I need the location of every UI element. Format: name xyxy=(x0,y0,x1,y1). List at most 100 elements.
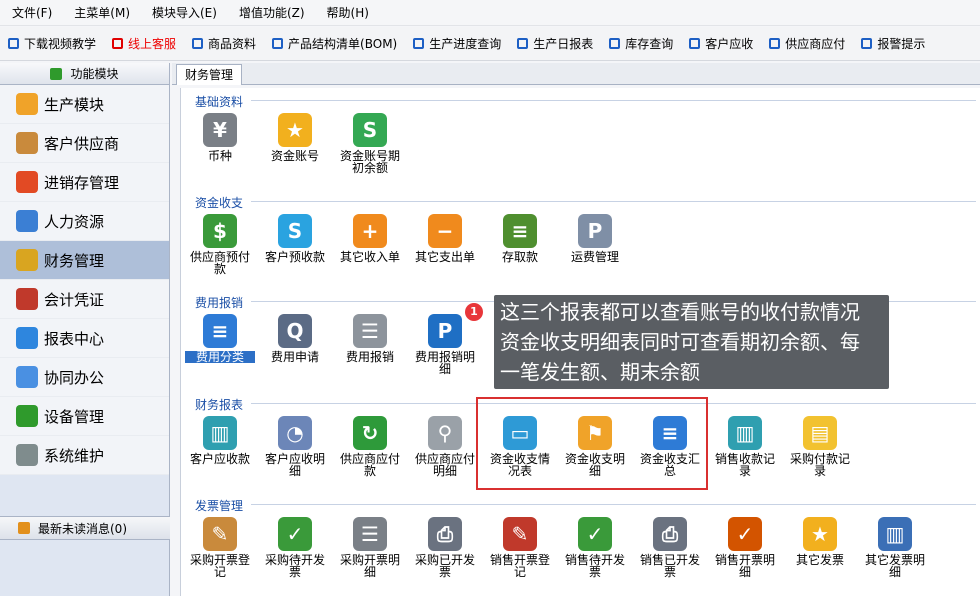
toolbar-button[interactable]: 生产日报表 xyxy=(517,35,593,52)
sidebar-item-label: 人力资源 xyxy=(44,212,105,231)
module-shortcut[interactable]: ☰ 费用报销 xyxy=(335,314,405,363)
magnifier-icon: ⚲ xyxy=(428,416,462,450)
toolbar-button-label: 下载视频教学 xyxy=(24,37,97,51)
toolbar-button[interactable]: 商品资料 xyxy=(192,35,256,52)
module-shortcut[interactable]: ★ 其它发票 xyxy=(785,517,855,566)
toolbar-button[interactable]: 报警提示 xyxy=(861,35,925,52)
sidebar-item[interactable]: 协同办公 xyxy=(0,358,169,397)
database-icon: ≡ xyxy=(203,314,237,348)
module-shortcut[interactable]: ⚲ 供应商应付明细 xyxy=(410,416,480,477)
toolbar-button[interactable]: 线上客服 xyxy=(112,35,176,52)
sidebar-item[interactable]: 系统维护 xyxy=(0,436,169,475)
shortcut-label: 供应商预付款 xyxy=(189,250,250,276)
sidebar-item[interactable]: 报表中心 xyxy=(0,319,169,358)
documents-icon: ☰ xyxy=(353,314,387,348)
module-shortcut[interactable]: ▤ 采购付款记录 xyxy=(785,416,855,477)
sidebar-item-label: 协同办公 xyxy=(44,368,105,387)
module-shortcut[interactable]: ▥ 客户应收款 xyxy=(185,416,255,465)
module-shortcut[interactable]: ▥ 其它发票明细 xyxy=(860,517,930,578)
tab-finance[interactable]: 财务管理 xyxy=(176,64,243,85)
toolbar-button[interactable]: 库存查询 xyxy=(609,35,673,52)
menu-item[interactable]: 模块导入(E) xyxy=(140,0,227,26)
module-shortcut[interactable]: − 其它支出单 xyxy=(410,214,480,263)
section: 基础资料 ¥ 币种 ★ 资金账号 S 资金账号期初余额 xyxy=(181,93,980,193)
sidebar-item[interactable]: 客户供应商 xyxy=(0,124,169,163)
yen-icon: ¥ xyxy=(203,113,237,147)
module-shortcut[interactable]: ↻ 供应商应付款 xyxy=(335,416,405,477)
toolbar-button[interactable]: 产品结构清单(BOM) xyxy=(272,35,397,52)
dollar-icon: S xyxy=(353,113,387,147)
module-shortcut[interactable]: P 费用报销明细 xyxy=(410,314,480,375)
toolbar-button[interactable]: 供应商应付 xyxy=(769,35,845,52)
callout-line: 一笔发生额、期末余额 xyxy=(500,360,700,384)
tab-bar: 财务管理 xyxy=(172,63,980,85)
module-shortcut[interactable]: ✓ 销售待开发票 xyxy=(560,517,630,578)
shortcut-label: 币种 xyxy=(207,149,232,163)
sidebar-item-label: 设备管理 xyxy=(44,407,105,426)
rss-add-icon: + xyxy=(353,214,387,248)
module-shortcut[interactable]: ✎ 采购开票登记 xyxy=(185,517,255,578)
sidebar-item[interactable]: 进销存管理 xyxy=(0,163,169,202)
shortcut-label: 其它发票明细 xyxy=(864,553,925,579)
module-shortcut[interactable]: + 其它收入单 xyxy=(335,214,405,263)
menu-item[interactable]: 帮助(H) xyxy=(315,0,379,26)
section-divider xyxy=(251,504,976,505)
sidebar-item-label: 客户供应商 xyxy=(44,134,120,153)
map-icon: ▥ xyxy=(728,416,762,450)
users-icon xyxy=(16,132,38,154)
sidebar-item[interactable]: 财务管理 xyxy=(0,241,169,280)
shortcut-label: 采购付款记录 xyxy=(789,452,850,478)
menu-item[interactable]: 文件(F) xyxy=(0,0,62,26)
checkbox-icon xyxy=(8,38,19,49)
toolbar-button[interactable]: 下载视频教学 xyxy=(8,35,96,52)
message-icon xyxy=(18,522,30,534)
module-icon xyxy=(50,67,63,80)
module-shortcut[interactable]: ✓ 销售开票明细 xyxy=(710,517,780,578)
module-shortcut[interactable]: S 资金账号期初余额 xyxy=(335,113,405,174)
shortcut-label: 客户应收款 xyxy=(189,452,250,466)
sidebar-item[interactable]: 生产模块 xyxy=(0,85,169,124)
module-shortcut[interactable]: $ 供应商预付款 xyxy=(185,214,255,275)
edit-doc-icon: ✎ xyxy=(203,517,237,551)
menu-item[interactable]: 主菜单(M) xyxy=(62,0,140,26)
module-shortcut[interactable]: ≡ 存取款 xyxy=(485,214,555,263)
books-icon: ▥ xyxy=(878,517,912,551)
module-shortcut[interactable]: ▥ 销售收款记录 xyxy=(710,416,780,477)
module-shortcut[interactable]: ⎙ 销售已开发票 xyxy=(635,517,705,578)
module-shortcut[interactable]: ✓ 采购待开发票 xyxy=(260,517,330,578)
module-shortcut[interactable]: ¥ 币种 xyxy=(185,113,255,162)
lock-icon xyxy=(16,444,38,466)
module-shortcut[interactable]: Q 费用申请 xyxy=(260,314,330,363)
section-title: 费用报销 xyxy=(195,296,244,310)
module-shortcut[interactable]: ≡ 费用分类 xyxy=(185,314,255,363)
toolbar-button-label: 产品结构清单(BOM) xyxy=(288,37,398,51)
checkbox-icon xyxy=(192,38,204,49)
toolbar-button[interactable]: 生产进度查询 xyxy=(413,35,501,52)
printer-icon: ⎙ xyxy=(428,517,462,551)
module-shortcut[interactable]: S 客户预收款 xyxy=(260,214,330,263)
toolbar-button[interactable]: 客户应收 xyxy=(689,35,753,52)
module-shortcut[interactable]: ★ 资金账号 xyxy=(260,113,330,162)
module-shortcut[interactable]: ☰ 采购开票明细 xyxy=(335,517,405,578)
menu-item[interactable]: 增值功能(Z) xyxy=(227,0,315,26)
sidebar-item[interactable]: 会计凭证 xyxy=(0,280,169,319)
section-title: 基础资料 xyxy=(195,95,244,109)
skype-icon: S xyxy=(278,214,312,248)
shortcut-label: 存取款 xyxy=(501,250,538,264)
module-shortcut[interactable]: ✎ 销售开票登记 xyxy=(485,517,555,578)
shortcut-label: 供应商应付明细 xyxy=(414,452,475,478)
shortcut-label: 其它支出单 xyxy=(414,250,475,264)
callout-badge: 1 xyxy=(465,303,483,321)
sidebar-item[interactable]: 人力资源 xyxy=(0,202,169,241)
callout-line: 资金收支明细表同时可查看期初余额、每 xyxy=(500,330,860,354)
module-shortcut[interactable]: P 运费管理 xyxy=(560,214,630,263)
module-shortcut[interactable]: ◔ 客户应收明细 xyxy=(260,416,330,477)
star-icon: ★ xyxy=(803,517,837,551)
unread-messages[interactable]: 最新未读消息(0) xyxy=(0,516,170,540)
person-icon xyxy=(16,210,38,232)
module-shortcut[interactable]: ⎙ 采购已开发票 xyxy=(410,517,480,578)
checkbox-icon xyxy=(272,38,284,49)
sidebar-item[interactable]: 设备管理 xyxy=(0,397,169,436)
calculator-check-icon: ✓ xyxy=(578,517,612,551)
shortcut-label: 销售待开发票 xyxy=(564,553,625,579)
